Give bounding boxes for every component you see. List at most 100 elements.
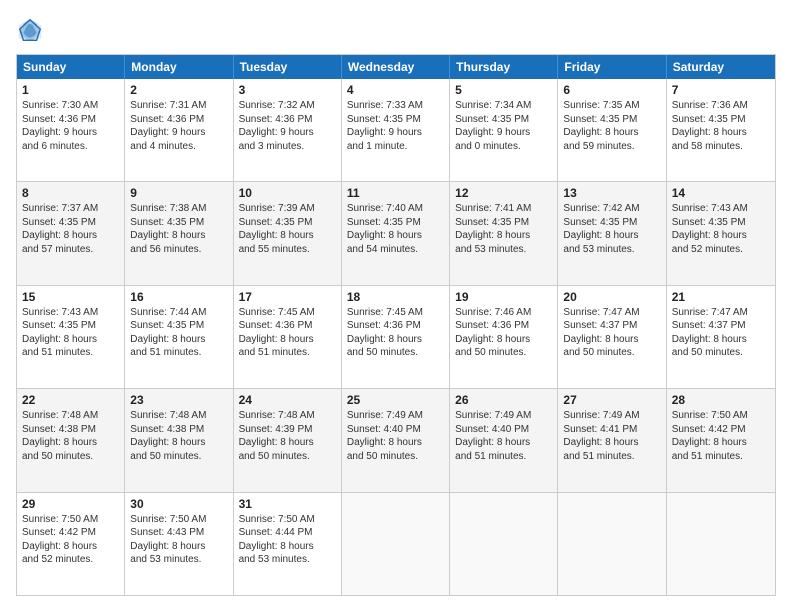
day-number: 31 — [239, 497, 336, 511]
day-info: Sunrise: 7:39 AM Sunset: 4:35 PM Dayligh… — [239, 202, 336, 256]
day-cell-25: 25 Sunrise: 7:49 AM Sunset: 4:40 PM Dayli… — [342, 389, 450, 491]
empty-cell — [450, 493, 558, 595]
day-cell-17: 17Sunrise: 7:45 AM Sunset: 4:36 PM Dayli… — [234, 286, 342, 388]
day-info: Sunrise: 7:48 AM Sunset: 4:38 PM Dayligh… — [130, 409, 227, 463]
calendar-header: SundayMondayTuesdayWednesdayThursdayFrid… — [17, 55, 775, 79]
day-cell-3: 3Sunrise: 7:32 AM Sunset: 4:36 PM Daylig… — [234, 79, 342, 181]
day-number: 22 — [22, 393, 119, 407]
day-number: 28 — [672, 393, 770, 407]
day-number: 30 — [130, 497, 227, 511]
day-number: 10 — [239, 186, 336, 200]
header-day-wednesday: Wednesday — [342, 55, 450, 79]
day-info: Sunrise: 7:34 AM Sunset: 4:35 PM Dayligh… — [455, 99, 552, 153]
day-info: Sunrise: 7:47 AM Sunset: 4:37 PM Dayligh… — [672, 306, 770, 360]
day-cell-23: 23 Sunrise: 7:48 AM Sunset: 4:38 PM Dayli… — [125, 389, 233, 491]
calendar-row-1: 1 Sunrise: 7:30 AM Sunset: 4:36 PM Daylig… — [17, 79, 775, 181]
day-info: Sunrise: 7:31 AM Sunset: 4:36 PM Dayligh… — [130, 99, 227, 153]
day-cell-4: 4 Sunrise: 7:33 AM Sunset: 4:35 PM Daylig… — [342, 79, 450, 181]
day-number: 1 — [22, 83, 119, 97]
day-cell-18: 18 Sunrise: 7:45 AM Sunset: 4:36 PM Dayli… — [342, 286, 450, 388]
calendar: SundayMondayTuesdayWednesdayThursdayFrid… — [16, 54, 776, 596]
day-cell-14: 14Sunrise: 7:43 AM Sunset: 4:35 PM Dayli… — [667, 182, 775, 284]
day-info: Sunrise: 7:45 AM Sunset: 4:36 PM Dayligh… — [347, 306, 444, 360]
day-info: Sunrise: 7:43 AM Sunset: 4:35 PM Dayligh… — [672, 202, 770, 256]
day-info: Sunrise: 7:42 AM Sunset: 4:35 PM Dayligh… — [563, 202, 660, 256]
day-info: Sunrise: 7:49 AM Sunset: 4:40 PM Dayligh… — [455, 409, 552, 463]
day-info: Sunrise: 7:35 AM Sunset: 4:35 PM Dayligh… — [563, 99, 660, 153]
day-info: Sunrise: 7:41 AM Sunset: 4:35 PM Dayligh… — [455, 202, 552, 256]
day-info: Sunrise: 7:49 AM Sunset: 4:40 PM Dayligh… — [347, 409, 444, 463]
empty-cell — [558, 493, 666, 595]
day-number: 6 — [563, 83, 660, 97]
header — [16, 16, 776, 44]
day-info: Sunrise: 7:32 AM Sunset: 4:36 PM Dayligh… — [239, 99, 336, 153]
page: SundayMondayTuesdayWednesdayThursdayFrid… — [0, 0, 792, 612]
day-cell-20: 20Sunrise: 7:47 AM Sunset: 4:37 PM Dayli… — [558, 286, 666, 388]
day-info: Sunrise: 7:38 AM Sunset: 4:35 PM Dayligh… — [130, 202, 227, 256]
header-day-friday: Friday — [558, 55, 666, 79]
day-info: Sunrise: 7:50 AM Sunset: 4:44 PM Dayligh… — [239, 513, 336, 567]
day-cell-31: 31 Sunrise: 7:50 AM Sunset: 4:44 PM Dayli… — [234, 493, 342, 595]
day-info: Sunrise: 7:33 AM Sunset: 4:35 PM Dayligh… — [347, 99, 444, 153]
day-info: Sunrise: 7:40 AM Sunset: 4:35 PM Dayligh… — [347, 202, 444, 256]
day-number: 21 — [672, 290, 770, 304]
day-cell-11: 11 Sunrise: 7:40 AM Sunset: 4:35 PM Dayli… — [342, 182, 450, 284]
day-info: Sunrise: 7:36 AM Sunset: 4:35 PM Dayligh… — [672, 99, 770, 153]
day-cell-7: 7 Sunrise: 7:36 AM Sunset: 4:35 PM Daylig… — [667, 79, 775, 181]
empty-cell — [342, 493, 450, 595]
day-cell-28: 28 Sunrise: 7:50 AM Sunset: 4:42 PM Dayli… — [667, 389, 775, 491]
day-info: Sunrise: 7:50 AM Sunset: 4:42 PM Dayligh… — [672, 409, 770, 463]
day-cell-9: 9Sunrise: 7:38 AM Sunset: 4:35 PM Daylig… — [125, 182, 233, 284]
empty-cell — [667, 493, 775, 595]
header-day-sunday: Sunday — [17, 55, 125, 79]
day-cell-12: 12 Sunrise: 7:41 AM Sunset: 4:35 PM Dayli… — [450, 182, 558, 284]
day-cell-16: 16Sunrise: 7:44 AM Sunset: 4:35 PM Dayli… — [125, 286, 233, 388]
header-day-monday: Monday — [125, 55, 233, 79]
day-cell-15: 15Sunrise: 7:43 AM Sunset: 4:35 PM Dayli… — [17, 286, 125, 388]
day-info: Sunrise: 7:46 AM Sunset: 4:36 PM Dayligh… — [455, 306, 552, 360]
day-number: 26 — [455, 393, 552, 407]
day-cell-5: 5 Sunrise: 7:34 AM Sunset: 4:35 PM Daylig… — [450, 79, 558, 181]
calendar-row-3: 15Sunrise: 7:43 AM Sunset: 4:35 PM Dayli… — [17, 285, 775, 388]
day-cell-29: 29 Sunrise: 7:50 AM Sunset: 4:42 PM Dayli… — [17, 493, 125, 595]
day-cell-1: 1 Sunrise: 7:30 AM Sunset: 4:36 PM Daylig… — [17, 79, 125, 181]
calendar-row-4: 22 Sunrise: 7:48 AM Sunset: 4:38 PM Dayli… — [17, 388, 775, 491]
day-cell-2: 2 Sunrise: 7:31 AM Sunset: 4:36 PM Daylig… — [125, 79, 233, 181]
day-number: 2 — [130, 83, 227, 97]
day-info: Sunrise: 7:50 AM Sunset: 4:43 PM Dayligh… — [130, 513, 227, 567]
day-info: Sunrise: 7:30 AM Sunset: 4:36 PM Dayligh… — [22, 99, 119, 153]
day-number: 4 — [347, 83, 444, 97]
day-number: 18 — [347, 290, 444, 304]
day-number: 15 — [22, 290, 119, 304]
day-info: Sunrise: 7:49 AM Sunset: 4:41 PM Dayligh… — [563, 409, 660, 463]
calendar-body: 1 Sunrise: 7:30 AM Sunset: 4:36 PM Daylig… — [17, 79, 775, 595]
header-day-thursday: Thursday — [450, 55, 558, 79]
day-number: 11 — [347, 186, 444, 200]
calendar-row-2: 8Sunrise: 7:37 AM Sunset: 4:35 PM Daylig… — [17, 181, 775, 284]
day-number: 19 — [455, 290, 552, 304]
day-info: Sunrise: 7:47 AM Sunset: 4:37 PM Dayligh… — [563, 306, 660, 360]
day-cell-22: 22 Sunrise: 7:48 AM Sunset: 4:38 PM Dayli… — [17, 389, 125, 491]
day-cell-30: 30 Sunrise: 7:50 AM Sunset: 4:43 PM Dayli… — [125, 493, 233, 595]
day-info: Sunrise: 7:50 AM Sunset: 4:42 PM Dayligh… — [22, 513, 119, 567]
day-info: Sunrise: 7:44 AM Sunset: 4:35 PM Dayligh… — [130, 306, 227, 360]
header-day-saturday: Saturday — [667, 55, 775, 79]
day-info: Sunrise: 7:48 AM Sunset: 4:38 PM Dayligh… — [22, 409, 119, 463]
day-number: 5 — [455, 83, 552, 97]
day-number: 7 — [672, 83, 770, 97]
logo — [16, 16, 48, 44]
day-number: 23 — [130, 393, 227, 407]
day-info: Sunrise: 7:48 AM Sunset: 4:39 PM Dayligh… — [239, 409, 336, 463]
day-cell-24: 24Sunrise: 7:48 AM Sunset: 4:39 PM Dayli… — [234, 389, 342, 491]
day-cell-27: 27Sunrise: 7:49 AM Sunset: 4:41 PM Dayli… — [558, 389, 666, 491]
day-number: 13 — [563, 186, 660, 200]
day-cell-10: 10 Sunrise: 7:39 AM Sunset: 4:35 PM Dayli… — [234, 182, 342, 284]
day-info: Sunrise: 7:45 AM Sunset: 4:36 PM Dayligh… — [239, 306, 336, 360]
day-number: 25 — [347, 393, 444, 407]
day-number: 12 — [455, 186, 552, 200]
header-day-tuesday: Tuesday — [234, 55, 342, 79]
day-cell-6: 6 Sunrise: 7:35 AM Sunset: 4:35 PM Daylig… — [558, 79, 666, 181]
day-number: 8 — [22, 186, 119, 200]
day-cell-13: 13 Sunrise: 7:42 AM Sunset: 4:35 PM Dayli… — [558, 182, 666, 284]
day-number: 29 — [22, 497, 119, 511]
